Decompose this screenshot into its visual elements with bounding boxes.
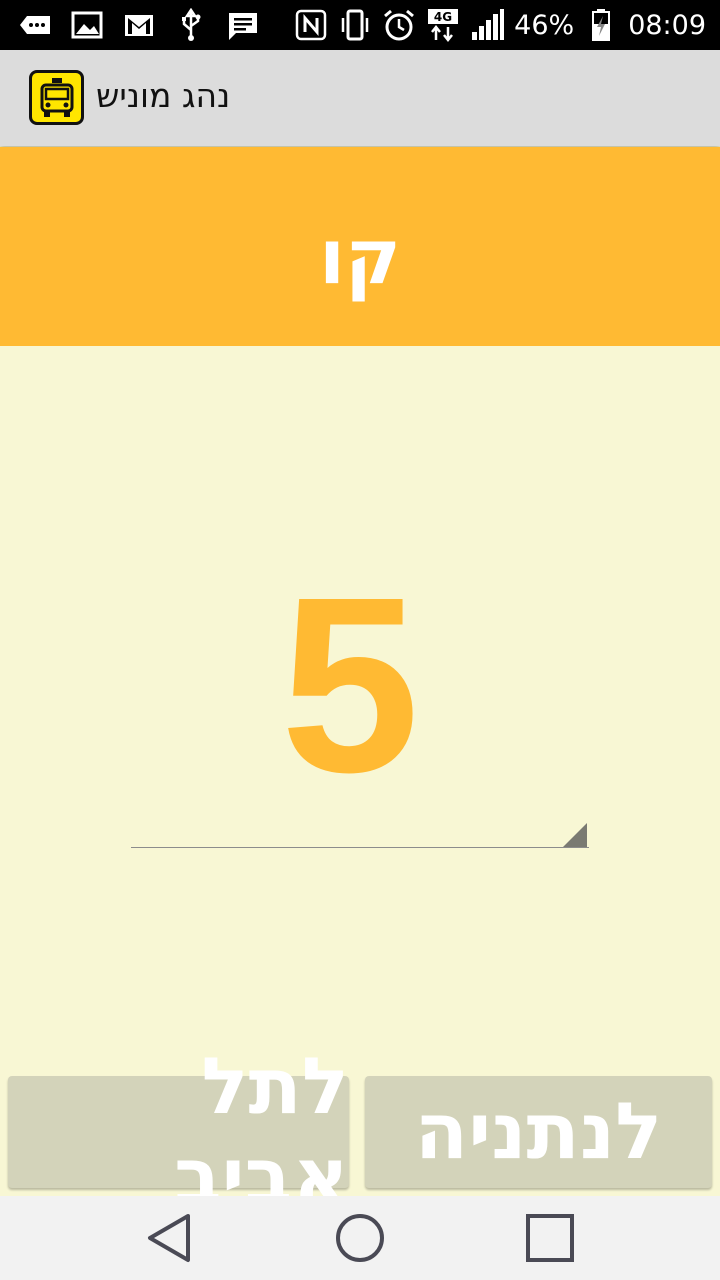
navigation-bar bbox=[0, 1196, 720, 1280]
line-number-value[interactable]: 5 bbox=[0, 560, 700, 810]
message-icon bbox=[226, 8, 260, 42]
nfc-icon bbox=[294, 8, 328, 42]
status-bar: 4G 46% 08:09 bbox=[0, 0, 720, 50]
notification-icons bbox=[18, 0, 260, 50]
system-status: 4G 46% 08:09 bbox=[294, 0, 706, 50]
gmail-icon bbox=[122, 8, 156, 42]
line-number-spinner[interactable] bbox=[131, 820, 589, 848]
recent-apps-icon[interactable] bbox=[520, 1208, 580, 1268]
home-icon[interactable] bbox=[330, 1208, 390, 1268]
battery-percent: 46% bbox=[514, 9, 575, 41]
line-header-banner: קו bbox=[0, 147, 720, 346]
to-tel-aviv-button[interactable]: לתל אביב bbox=[8, 1042, 349, 1222]
app-bar: נהג מוניש bbox=[0, 50, 720, 146]
more-notifications-icon bbox=[18, 8, 52, 42]
line-header-label: קו bbox=[318, 212, 402, 301]
usb-icon bbox=[174, 8, 208, 42]
network-4g-icon: 4G bbox=[426, 8, 460, 42]
spinner-dropdown-icon bbox=[563, 823, 587, 847]
to-netanya-button[interactable]: לנתניה bbox=[365, 1076, 712, 1188]
vibrate-icon bbox=[338, 8, 372, 42]
back-icon[interactable] bbox=[140, 1208, 200, 1268]
battery-icon bbox=[584, 8, 618, 42]
app-title: נהג מוניש bbox=[96, 76, 231, 115]
clock: 08:09 bbox=[628, 9, 706, 41]
alarm-icon bbox=[382, 8, 416, 42]
image-icon bbox=[70, 8, 104, 42]
taxi-icon bbox=[29, 70, 84, 125]
signal-icon bbox=[470, 8, 505, 42]
svg-text:4G: 4G bbox=[434, 10, 452, 24]
